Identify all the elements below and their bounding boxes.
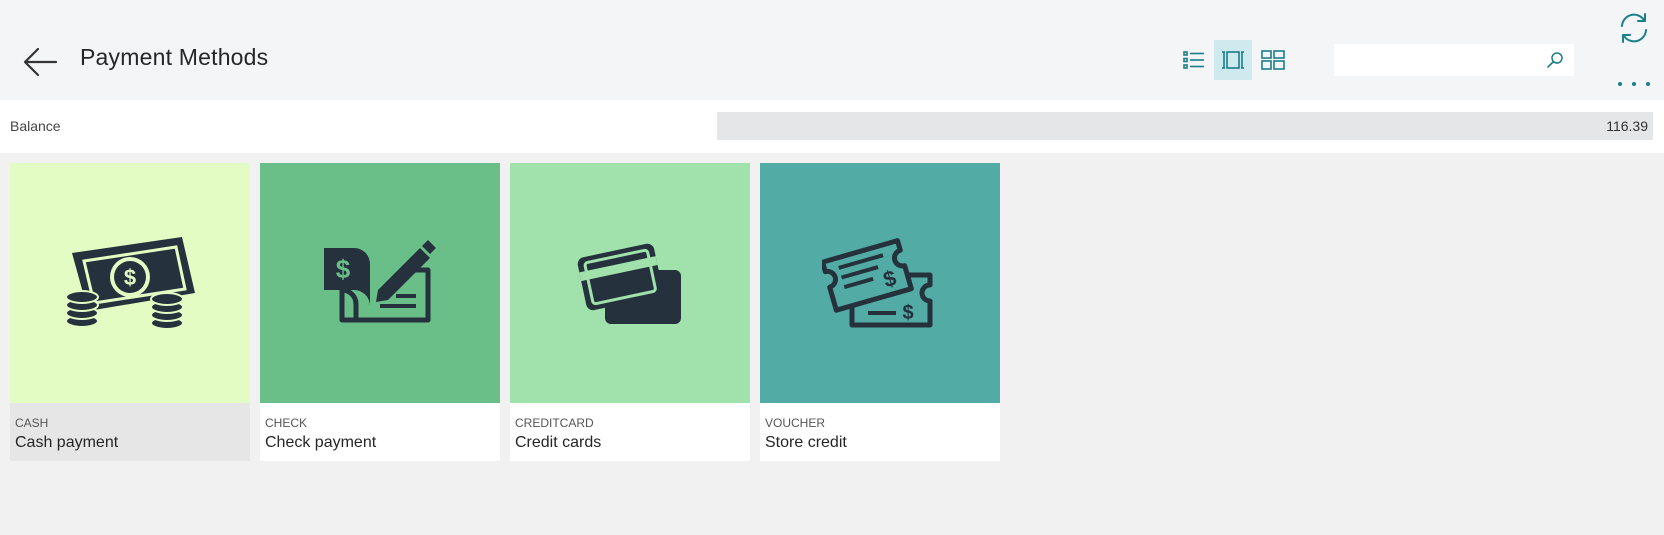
search-box[interactable] bbox=[1334, 44, 1574, 76]
more-options-button[interactable] bbox=[1614, 74, 1654, 94]
tile-image: $ bbox=[10, 163, 250, 403]
refresh-icon bbox=[1621, 13, 1647, 43]
balance-row: Balance 116.39 bbox=[0, 100, 1664, 153]
svg-text:$: $ bbox=[902, 302, 913, 324]
tile-code: CHECK bbox=[265, 416, 308, 430]
svg-text:$: $ bbox=[336, 254, 351, 284]
check-icon: $ bbox=[324, 240, 436, 323]
page-header: Payment Methods bbox=[0, 0, 1664, 100]
tiles-view-button[interactable] bbox=[1254, 40, 1292, 80]
tile-description: Store credit bbox=[765, 434, 847, 451]
tile-footer: VOUCHER Store credit bbox=[760, 403, 1000, 461]
voucher-icon: $ $ bbox=[822, 238, 933, 328]
back-button[interactable] bbox=[20, 42, 60, 82]
tile-image: $ $ bbox=[760, 163, 1000, 403]
search-icon[interactable] bbox=[1546, 51, 1564, 69]
tile-image: $ bbox=[260, 163, 500, 403]
payment-tile-cash[interactable]: $ CASH Cash payment bbox=[10, 163, 250, 461]
tile-footer: CHECK Check payment bbox=[260, 403, 500, 461]
tile-footer: CREDITCARD Credit cards bbox=[510, 403, 750, 461]
tall-tiles-view-button[interactable] bbox=[1214, 40, 1252, 80]
list-icon bbox=[1183, 51, 1204, 69]
refresh-button[interactable] bbox=[1616, 10, 1652, 46]
back-arrow-icon bbox=[23, 47, 58, 77]
payment-tile-voucher[interactable]: $ $ VOUCHER Store credit bbox=[760, 163, 1000, 461]
payment-tile-check[interactable]: $ CHECK Check payment bbox=[260, 163, 500, 461]
tile-code: VOUCHER bbox=[765, 416, 826, 430]
search-input[interactable] bbox=[1334, 44, 1554, 76]
tile-description: Cash payment bbox=[15, 434, 119, 451]
grid-icon bbox=[1261, 50, 1285, 70]
list-view-button[interactable] bbox=[1175, 40, 1213, 80]
tile-description: Credit cards bbox=[515, 434, 602, 451]
balance-label: Balance bbox=[10, 118, 61, 134]
tile-image bbox=[510, 163, 750, 403]
page-title: Payment Methods bbox=[80, 44, 269, 70]
balance-value: 116.39 bbox=[717, 112, 1653, 140]
tall-tiles-icon bbox=[1222, 51, 1244, 69]
cash-icon: $ bbox=[65, 237, 195, 330]
tile-code: CREDITCARD bbox=[515, 416, 594, 430]
payment-tile-creditcard[interactable]: CREDITCARD Credit cards bbox=[510, 163, 750, 461]
svg-text:$: $ bbox=[124, 265, 136, 290]
tile-footer: CASH Cash payment bbox=[10, 403, 250, 461]
ellipsis-icon bbox=[1618, 82, 1650, 86]
tile-code: CASH bbox=[15, 416, 49, 430]
credit-card-icon bbox=[577, 243, 681, 324]
tile-description: Check payment bbox=[265, 434, 377, 451]
